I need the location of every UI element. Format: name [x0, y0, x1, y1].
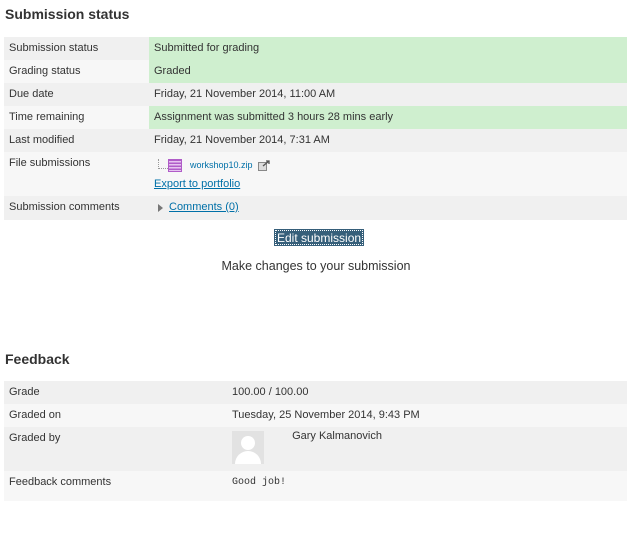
- table-row: Graded on Tuesday, 25 November 2014, 9:4…: [4, 404, 627, 427]
- comments-toggle[interactable]: Comments (0): [158, 201, 622, 214]
- submission-status-value: Submitted for grading: [149, 37, 627, 60]
- last-modified-value: Friday, 21 November 2014, 7:31 AM: [149, 129, 627, 152]
- table-row: File submissions workshop10.zip Export t…: [4, 152, 627, 196]
- table-row: Graded by Gary Kalmanovich: [4, 427, 627, 471]
- due-date-value: Friday, 21 November 2014, 11:00 AM: [149, 83, 627, 106]
- file-link-workshop10[interactable]: workshop10.zip: [190, 159, 253, 172]
- table-row: Feedback comments Good job!: [4, 471, 627, 501]
- graded-on-value: Tuesday, 25 November 2014, 9:43 PM: [227, 404, 627, 427]
- grading-status-value: Graded: [149, 60, 627, 83]
- table-row: Grade 100.00 / 100.00: [4, 381, 627, 404]
- feedback-heading: Feedback: [5, 351, 70, 367]
- row-label: Graded by: [4, 427, 227, 471]
- table-row: Last modified Friday, 21 November 2014, …: [4, 129, 627, 152]
- table-row: Grading status Graded: [4, 60, 627, 83]
- row-label: File submissions: [4, 152, 149, 196]
- row-label: Last modified: [4, 129, 149, 152]
- time-remaining-value: Assignment was submitted 3 hours 28 mins…: [149, 106, 627, 129]
- export-to-portfolio-link[interactable]: Export to portfolio: [154, 178, 622, 191]
- file-tree-item: workshop10.zip: [158, 158, 622, 172]
- row-label: Due date: [4, 83, 149, 106]
- submission-status-table: Submission status Submitted for grading …: [4, 37, 627, 220]
- edit-submission-button[interactable]: Edit submission: [273, 229, 365, 246]
- user-avatar-icon[interactable]: [232, 431, 264, 464]
- edit-submission-description: Make changes to your submission: [221, 259, 411, 273]
- file-submissions-cell: workshop10.zip Export to portfolio: [149, 152, 627, 196]
- table-row: Submission comments Comments (0): [4, 196, 627, 220]
- table-row: Due date Friday, 21 November 2014, 11:00…: [4, 83, 627, 106]
- row-label: Submission status: [4, 37, 149, 60]
- tree-connector: [158, 158, 168, 169]
- row-label: Grading status: [4, 60, 149, 83]
- caret-right-icon: [158, 203, 163, 212]
- submission-status-heading: Submission status: [5, 6, 130, 22]
- submission-comments-cell: Comments (0): [149, 196, 627, 220]
- grader-name: Gary Kalmanovich: [292, 430, 382, 442]
- grade-value: 100.00 / 100.00: [227, 381, 627, 404]
- row-label: Time remaining: [4, 106, 149, 129]
- feedback-comments-value: Good job!: [227, 471, 627, 501]
- row-label: Submission comments: [4, 196, 149, 220]
- table-row: Submission status Submitted for grading: [4, 37, 627, 60]
- row-label: Feedback comments: [4, 471, 227, 501]
- graded-by-cell: Gary Kalmanovich: [227, 427, 627, 471]
- comments-link[interactable]: Comments (0): [169, 201, 239, 214]
- row-label: Grade: [4, 381, 227, 404]
- zip-file-icon: [168, 159, 182, 172]
- feedback-table: Grade 100.00 / 100.00 Graded on Tuesday,…: [4, 381, 627, 501]
- row-label: Graded on: [4, 404, 227, 427]
- table-row: Time remaining Assignment was submitted …: [4, 106, 627, 129]
- portfolio-export-icon[interactable]: [257, 160, 270, 171]
